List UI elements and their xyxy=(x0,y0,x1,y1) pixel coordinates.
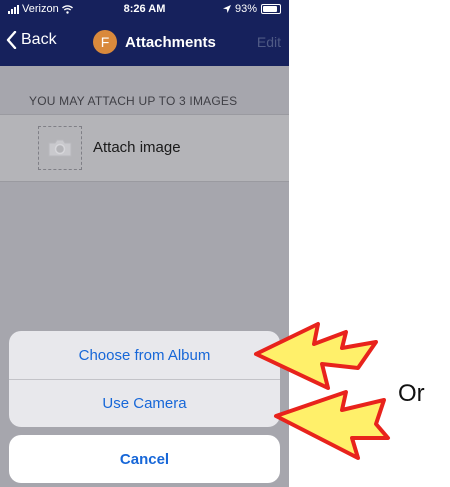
action-sheet: Choose from Album Use Camera xyxy=(9,331,280,427)
nav-title-group: F Attachments xyxy=(93,30,216,54)
cancel-button[interactable]: Cancel xyxy=(9,435,280,483)
attach-image-row[interactable]: Attach image xyxy=(0,114,289,182)
annotation-arrow-icon xyxy=(254,322,378,390)
battery-percent: 93% xyxy=(234,3,257,15)
attach-image-label: Attach image xyxy=(93,139,181,156)
battery-icon xyxy=(261,4,281,14)
camera-icon xyxy=(48,139,72,157)
annotation-or-text: Or xyxy=(398,380,425,407)
page-title: Attachments xyxy=(125,33,216,51)
location-icon xyxy=(222,5,231,13)
annotation-arrow-icon xyxy=(274,390,390,460)
chevron-left-icon xyxy=(6,31,17,49)
camera-placeholder xyxy=(38,126,82,170)
use-camera-button[interactable]: Use Camera xyxy=(9,379,280,427)
navigation-bar: Back F Attachments Edit xyxy=(0,20,289,66)
avatar: F xyxy=(93,30,117,54)
edit-button[interactable]: Edit xyxy=(257,34,281,50)
status-bar: Verizon 8:26 AM 93% xyxy=(0,0,289,20)
status-right: 93% xyxy=(222,3,281,15)
section-header-text: YOU MAY ATTACH UP TO 3 IMAGES xyxy=(29,94,238,108)
section-header: YOU MAY ATTACH UP TO 3 IMAGES xyxy=(0,66,289,114)
choose-from-album-button[interactable]: Choose from Album xyxy=(9,331,280,380)
phone-screen: Verizon 8:26 AM 93% Back F Attachments E… xyxy=(0,0,289,487)
back-button[interactable]: Back xyxy=(6,31,57,49)
back-label: Back xyxy=(21,31,57,48)
